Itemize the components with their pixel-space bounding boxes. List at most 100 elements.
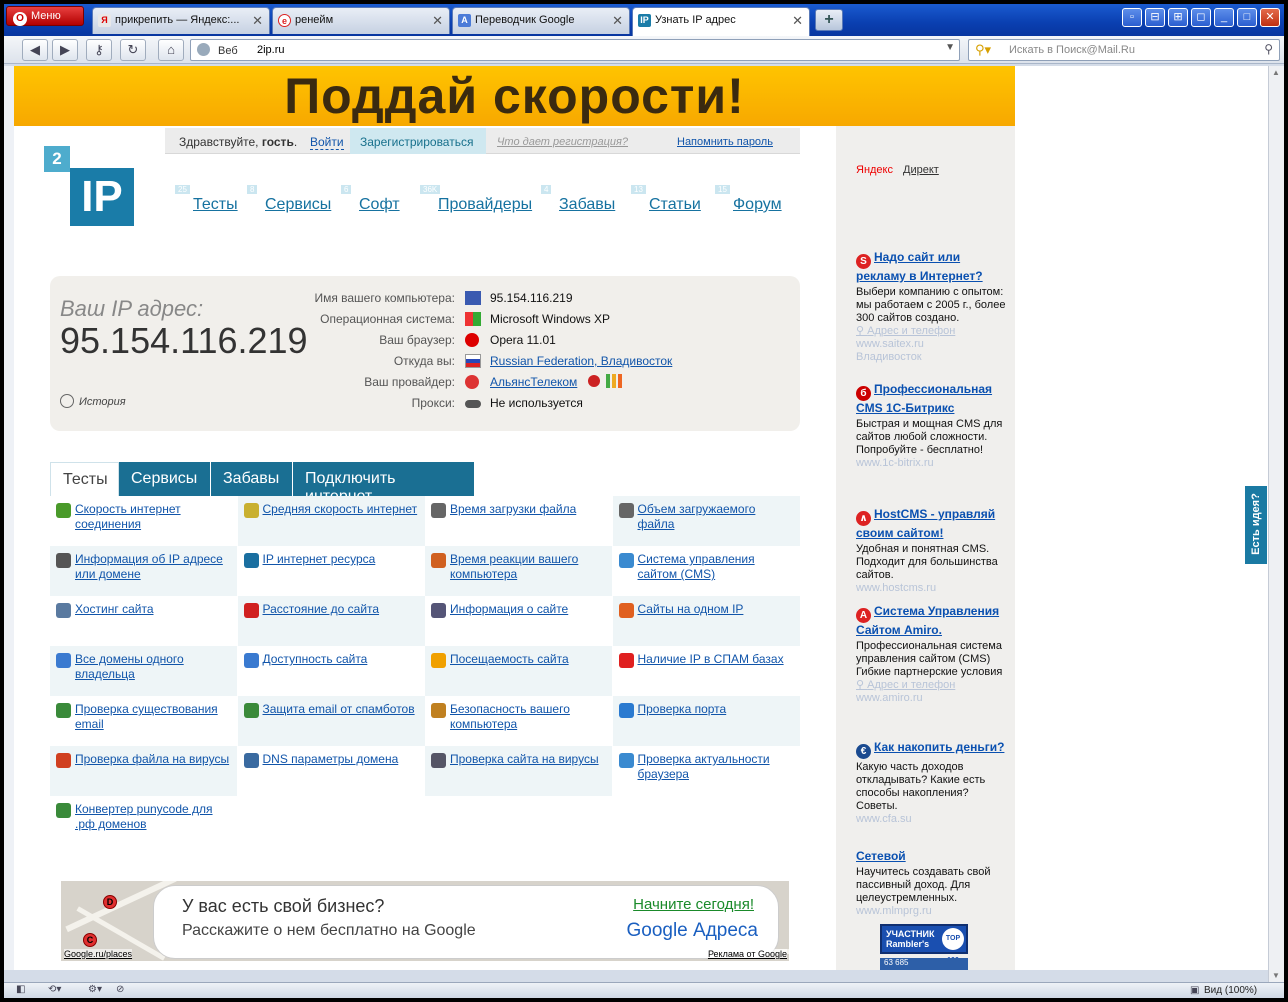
remind-password-link[interactable]: Напомнить пароль [677, 136, 773, 148]
test-item[interactable]: Проверка файла на вирусы [50, 746, 237, 796]
ad-title-link[interactable]: б Профессиональная CMS 1С-Битрикс [856, 382, 1006, 416]
test-item[interactable]: IP интернет ресурса [238, 546, 425, 596]
ad-card[interactable]: У вас есть свой бизнес? Расскажите о нем… [153, 885, 779, 959]
ad-title-link[interactable]: Сетевой [856, 849, 1006, 864]
test-link[interactable]: Безопасность вашего компьютера [450, 702, 608, 732]
test-link[interactable]: Время реакции вашего компьютера [450, 552, 608, 582]
nav-forum[interactable]: 15 Форум [715, 185, 782, 214]
minimize-icon[interactable]: _ [1214, 8, 1234, 27]
test-link[interactable]: Защита email от спамботов [263, 702, 421, 717]
rambler-top100-badge[interactable]: УЧАСТНИК Rambler's TOP 100 [880, 924, 968, 964]
history-link[interactable]: История [60, 394, 126, 408]
test-item[interactable]: Проверка порта [612, 696, 800, 746]
close-tab-icon[interactable]: ✕ [252, 13, 263, 29]
close-tab-icon[interactable]: ✕ [432, 13, 443, 29]
promo-banner[interactable]: Поддай скорости! [14, 66, 1015, 126]
bug-report-icon[interactable] [588, 375, 600, 387]
test-link[interactable]: Доступность сайта [263, 652, 421, 667]
test-item[interactable]: Проверка существования email [50, 696, 237, 746]
test-item[interactable]: DNS параметры домена [238, 746, 425, 796]
test-item[interactable]: Расстояние до сайта [237, 596, 425, 646]
ad-url[interactable]: www.1c-bitrix.ru [856, 457, 1006, 470]
ad-url[interactable]: www.mlmprg.ru [856, 905, 1006, 918]
google-places-link[interactable]: Google.ru/places [64, 949, 133, 959]
tab-yandex[interactable]: Яприкрепить — Яндекс:... ✕ [92, 7, 270, 34]
forward-arrow-icon[interactable]: ▶ [52, 39, 78, 61]
test-link[interactable]: Конвертер punycode для .рф доменов [75, 802, 233, 832]
test-link[interactable]: Хостинг сайта [75, 602, 233, 617]
test-item[interactable]: Наличие IP в СПАМ базах [613, 646, 800, 696]
nav-soft[interactable]: 6 Софт [341, 185, 400, 214]
test-link[interactable]: Информация о сайте [450, 602, 608, 617]
back-arrow-icon[interactable]: ◀ [22, 39, 48, 61]
test-link[interactable]: Средняя скорость интернет [263, 502, 421, 517]
tab-google-translate[interactable]: A Переводчик Google ✕ [452, 7, 630, 34]
test-link[interactable]: Все домены одного владельца [75, 652, 233, 682]
test-link[interactable]: Система управления сайтом (CMS) [638, 552, 796, 582]
tab-services[interactable]: Сервисы [119, 462, 211, 496]
tab-2ip[interactable]: IP Узнать IP адрес ✕ [632, 7, 810, 36]
close-tab-icon[interactable]: ✕ [612, 13, 623, 29]
test-item[interactable]: Информация об IP адресе или домене [50, 546, 237, 596]
test-item[interactable]: Посещаемость сайта [425, 646, 612, 696]
test-item[interactable]: Скорость интернет соединения [50, 496, 237, 546]
test-link[interactable]: Время загрузки файла [450, 502, 608, 517]
restore-tabs-icon[interactable]: ⊟ [1145, 8, 1165, 27]
test-link[interactable]: Проверка файла на вирусы [75, 752, 233, 767]
test-link[interactable]: DNS параметры домена [263, 752, 421, 767]
test-item[interactable]: Объем загружаемого файла [612, 496, 800, 546]
yandex-direct-header[interactable]: Яндекс Директ [856, 164, 939, 176]
sync-icon[interactable]: ⟲▾ [48, 984, 61, 995]
test-item[interactable]: Безопасность вашего компьютера [425, 696, 612, 746]
ad-title-link[interactable]: ∧ HostCMS - управляй своим сайтом! [856, 507, 1006, 541]
ad-url[interactable]: www.amiro.ru [856, 692, 1006, 705]
test-item[interactable]: Время загрузки файла [425, 496, 612, 546]
test-link[interactable]: Объем загружаемого файла [638, 502, 796, 532]
test-item[interactable]: Время реакции вашего компьютера [425, 546, 612, 596]
opera-menu-button[interactable]: O Меню [6, 6, 84, 26]
tab-fun[interactable]: Забавы [211, 462, 293, 496]
tab-tests[interactable]: Тесты [50, 462, 119, 496]
2ip-logo[interactable]: 2 IP [44, 146, 136, 228]
search-icon[interactable]: ⚲ [1264, 42, 1273, 56]
ad-cta-link[interactable]: Начните сегодня! [633, 896, 754, 913]
test-item[interactable]: Информация о сайте [425, 596, 612, 646]
test-item[interactable]: Проверка актуальности браузера [613, 746, 800, 796]
vertical-scrollbar[interactable]: ▲ ▼ [1268, 66, 1284, 982]
search-engine-icon[interactable]: ⚲▾ [975, 42, 991, 58]
visit-counter[interactable]: 63 685 [880, 958, 968, 970]
address-field[interactable]: Веб 2ip.ru ▼ [190, 39, 960, 61]
test-item[interactable]: Конвертер punycode для .рф доменов [50, 796, 237, 846]
test-item[interactable]: Хостинг сайта [50, 596, 237, 646]
test-link[interactable]: Информация об IP адресе или домене [75, 552, 233, 582]
test-item[interactable]: Доступность сайта [238, 646, 425, 696]
provider-link[interactable]: АльянсТелеком [490, 375, 577, 389]
test-link[interactable]: Наличие IP в СПАМ базах [638, 652, 796, 667]
test-item[interactable]: Средняя скорость интернет [237, 496, 425, 546]
tab-reneim[interactable]: e ренейм ✕ [272, 7, 450, 34]
ad-address-link[interactable]: ⚲ Адрес и телефон [856, 679, 1006, 692]
test-item[interactable]: Проверка сайта на вирусы [425, 746, 612, 796]
registration-info-link[interactable]: Что дает регистрация? [497, 136, 628, 148]
ad-url[interactable]: www.cfa.su [856, 813, 1006, 826]
ad-url[interactable]: www.saitex.ru [856, 338, 1006, 351]
network-icon[interactable]: ⚙▾ [88, 984, 102, 995]
rating-bars-icon[interactable] [606, 374, 622, 388]
test-link[interactable]: Посещаемость сайта [450, 652, 608, 667]
ads-by-google-link[interactable]: Реклама от Google [707, 949, 787, 959]
location-link[interactable]: Russian Federation, Владивосток [490, 354, 672, 368]
login-link[interactable]: Войти [310, 135, 344, 150]
test-item[interactable]: Все домены одного владельца [50, 646, 237, 696]
search-field[interactable]: ⚲▾ Искать в Поиск@Mail.Ru ⚲ [968, 39, 1280, 61]
ad-title-link[interactable]: A Система Управления Сайтом Amiro. [856, 604, 1006, 638]
nav-tests[interactable]: 25 Тесты [175, 185, 238, 214]
google-places-ad[interactable]: D C A У вас есть свой бизнес? Расскажите… [61, 881, 789, 961]
close-tab-icon[interactable]: ✕ [792, 13, 803, 29]
test-link[interactable]: Проверка актуальности браузера [638, 752, 796, 782]
test-link[interactable]: Проверка существования email [75, 702, 233, 732]
ad-title-link[interactable]: € Как накопить деньги? [856, 740, 1006, 759]
test-item[interactable]: Система управления сайтом (CMS) [613, 546, 800, 596]
ad-url[interactable]: www.hostcms.ru [856, 582, 1006, 595]
maximize-icon[interactable]: □ [1237, 8, 1257, 27]
window-list-icon[interactable]: ▫ [1122, 8, 1142, 27]
